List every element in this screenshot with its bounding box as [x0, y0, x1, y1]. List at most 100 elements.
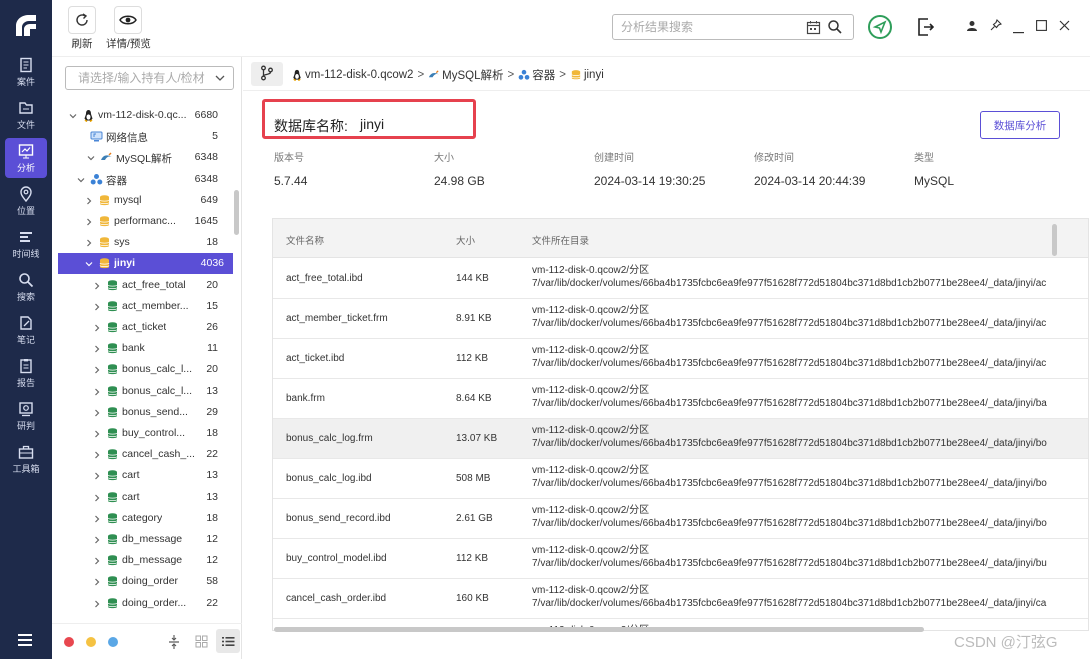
tree-node[interactable]: 容器 6348 [52, 169, 233, 190]
file-size-cell: 8.64 KB [456, 393, 492, 404]
tree-node[interactable]: 网络信息 5 [52, 126, 233, 147]
export-icon[interactable] [916, 17, 935, 40]
table-row[interactable]: bonus_calc_log.ibd 508 MB vm-112-disk-0.qc… [273, 459, 1088, 499]
col-file-name[interactable]: 文件名称 [286, 233, 324, 247]
minimize-icon[interactable] [1013, 25, 1024, 37]
tree-node[interactable]: bonus_calc_l... 20 [52, 359, 233, 380]
col-size[interactable]: 大小 [456, 233, 475, 247]
table-vertical-scrollbar[interactable] [1052, 224, 1057, 256]
tree-node[interactable]: doing_order 58 [52, 571, 233, 592]
tree-node[interactable]: bank 11 [52, 338, 233, 359]
tree-node[interactable]: performanc... 1645 [52, 211, 233, 232]
list-view-icon[interactable] [216, 629, 240, 653]
table-row[interactable]: bank.frm 8.64 KB vm-112-disk-0.qcow2/分区 7/v… [273, 379, 1088, 419]
tree-node[interactable]: category 18 [52, 508, 233, 529]
pin-window-icon[interactable] [990, 19, 1002, 34]
database-analysis-button[interactable]: 数据库分析 [980, 111, 1060, 139]
tree-node[interactable]: cart 13 [52, 487, 233, 508]
table-row[interactable]: act_ticket.ibd 112 KB vm-112-disk-0.qcow2/… [273, 339, 1088, 379]
tree-node[interactable]: doing_order... 22 [52, 593, 233, 614]
tree-node[interactable]: mysql 649 [52, 190, 233, 211]
chevron-right-icon[interactable] [92, 599, 102, 609]
tree-node[interactable]: MySQL解析 6348 [52, 147, 233, 168]
chevron-right-icon[interactable] [92, 450, 102, 460]
tree-node[interactable]: db_message 12 [52, 529, 233, 550]
chevron-right-icon[interactable] [92, 323, 102, 333]
chevron-right-icon[interactable] [92, 577, 102, 587]
nav-item-cases[interactable]: 案件 [0, 52, 52, 92]
table-row[interactable]: bonus_calc_log.frm 13.07 KB vm-112-disk-0.… [273, 419, 1088, 459]
chevron-right-icon[interactable] [92, 302, 102, 312]
nav-item-reports[interactable]: 报告 [0, 353, 52, 393]
tree-scrollbar[interactable] [234, 190, 239, 235]
file-directory-cell: vm-112-disk-0.qcow2/分区 7/var/lib/docker/v… [532, 584, 1050, 610]
chevron-right-icon[interactable] [92, 493, 102, 503]
chevron-right-icon[interactable] [92, 365, 102, 375]
chevron-down-icon[interactable] [76, 175, 86, 185]
nav-item-timeline[interactable]: 时间线 [0, 224, 52, 264]
menu-icon[interactable] [16, 632, 36, 648]
tree-node[interactable]: act_ticket 26 [52, 317, 233, 338]
tree-node[interactable]: vm-112-disk-0.qc... 6680 [52, 105, 233, 126]
breadcrumb-item[interactable]: jinyi [570, 69, 604, 81]
maximize-icon[interactable] [1036, 20, 1047, 34]
calendar-icon[interactable] [806, 20, 821, 38]
chevron-right-icon[interactable] [92, 514, 102, 524]
chevron-right-icon[interactable] [92, 387, 102, 397]
chevron-down-icon[interactable] [86, 153, 96, 163]
user-icon[interactable] [966, 20, 978, 35]
search-icon[interactable] [827, 19, 843, 38]
nav-item-notes[interactable]: 笔记 [0, 310, 52, 350]
chevron-right-icon[interactable] [84, 217, 94, 227]
close-icon[interactable] [1059, 20, 1070, 34]
chevron-right-icon[interactable] [92, 344, 102, 354]
table-row[interactable]: act_free_total.ibd 144 KB vm-112-disk-0.qc… [273, 259, 1088, 299]
chevron-right-icon[interactable] [92, 471, 102, 481]
grid-view-icon[interactable] [195, 635, 208, 651]
chevron-right-icon[interactable] [84, 196, 94, 206]
table-row[interactable]: buy_control_model.ibd 112 KB vm-112-disk-0… [273, 539, 1088, 579]
tree-node[interactable]: cancel_cash_... 22 [52, 444, 233, 465]
tree-node[interactable]: db_message 12 [52, 550, 233, 571]
nav-item-search[interactable]: 搜索 [0, 267, 52, 307]
chevron-right-icon[interactable] [92, 556, 102, 566]
breadcrumb-item[interactable]: 容器 [518, 67, 555, 83]
holder-filter-input[interactable] [78, 71, 208, 85]
table-row[interactable]: act_member_ticket.frm 8.91 KB vm-112-disk-… [273, 299, 1088, 339]
tree-node[interactable]: sys 18 [52, 232, 233, 253]
table-horizontal-scrollbar[interactable] [274, 627, 924, 632]
chevron-right-icon[interactable] [92, 408, 102, 418]
tree-node[interactable]: act_member... 15 [52, 296, 233, 317]
tree-node[interactable]: bonus_send... 29 [52, 402, 233, 423]
breadcrumb-item[interactable]: vm-112-disk-0.qcow2 [291, 69, 413, 82]
col-directory[interactable]: 文件所在目录 [532, 233, 589, 247]
breadcrumb-item[interactable]: MySQL解析 [428, 67, 504, 83]
details-preview-button[interactable]: 详情/预览 [106, 6, 151, 51]
branch-toggle-button[interactable] [251, 62, 283, 86]
tree-node[interactable]: buy_control... 18 [52, 423, 233, 444]
tree-node[interactable]: act_free_total 20 [52, 275, 233, 296]
chevron-down-icon[interactable] [84, 259, 94, 269]
tree-node[interactable]: cart 13 [52, 465, 233, 486]
nav-item-location[interactable]: 位置 [0, 181, 52, 221]
send-icon[interactable] [867, 14, 893, 43]
file-size-cell: 160 KB [456, 593, 489, 604]
refresh-button[interactable]: 刷新 [68, 6, 96, 51]
collapse-expand-icon[interactable] [168, 634, 180, 653]
result-search-input[interactable] [621, 19, 801, 35]
nav-item-files[interactable]: 文件 [0, 95, 52, 135]
chevron-right-icon[interactable] [92, 281, 102, 291]
holder-filter-select[interactable] [65, 66, 234, 90]
nav-item-toolbox[interactable]: 工具箱 [0, 439, 52, 479]
chevron-right-icon[interactable] [92, 535, 102, 545]
table-row[interactable]: cancel_cash_order.ibd 160 KB vm-112-disk-0… [273, 579, 1088, 619]
table-row[interactable]: bonus_send_record.ibd 2.61 GB vm-112-disk-… [273, 499, 1088, 539]
chevron-down-icon[interactable] [68, 111, 78, 121]
chevron-right-icon[interactable] [84, 238, 94, 248]
tree-node-label: doing_order... [122, 596, 187, 609]
nav-item-analysis[interactable]: 分析 [5, 138, 47, 178]
tree-node[interactable]: jinyi 4036 [58, 253, 233, 275]
nav-item-research[interactable]: 研判 [0, 396, 52, 436]
tree-node[interactable]: bonus_calc_l... 13 [52, 381, 233, 402]
chevron-right-icon[interactable] [92, 429, 102, 439]
